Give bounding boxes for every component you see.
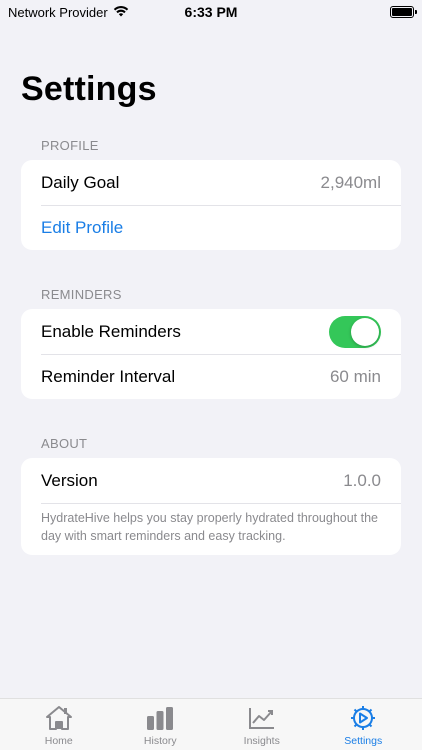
tab-home-label: Home (44, 735, 73, 747)
daily-goal-value: 2,940ml (320, 172, 381, 192)
profile-section-header: PROFILE (41, 138, 99, 153)
tab-insights-label: Insights (243, 735, 280, 747)
toggle-knob (351, 317, 379, 346)
house-icon (44, 703, 74, 733)
wifi-icon (113, 5, 129, 20)
version-value: 1.0.0 (343, 470, 381, 490)
status-bar: Network Provider 6:33 PM (0, 0, 422, 24)
reminder-interval-label: Reminder Interval (41, 366, 176, 386)
carrier-name: Network Provider (8, 4, 108, 20)
profile-card: Daily Goal 2,940ml Edit Profile (21, 160, 401, 250)
reminders-card: Enable Reminders Reminder Interval 60 mi… (21, 309, 401, 399)
tab-home[interactable]: Home (14, 699, 104, 747)
tab-bar: Home History Insights Settings (0, 698, 422, 750)
trend-chart-icon (247, 703, 277, 733)
about-section-header: ABOUT (41, 436, 88, 451)
tab-history[interactable]: History (115, 699, 205, 747)
about-card: Version 1.0.0 HydrateHive helps you stay… (21, 458, 401, 555)
status-left: Network Provider (8, 5, 129, 20)
gear-icon (348, 703, 378, 733)
edit-profile-row[interactable]: Edit Profile (21, 205, 401, 250)
page-title: Settings (21, 70, 157, 108)
enable-reminders-label: Enable Reminders (41, 321, 181, 341)
about-description: HydrateHive helps you stay properly hydr… (21, 503, 401, 555)
daily-goal-label: Daily Goal (41, 172, 120, 192)
version-label: Version (41, 470, 98, 490)
tab-settings[interactable]: Settings (318, 699, 408, 747)
version-row: Version 1.0.0 (21, 458, 401, 503)
reminder-interval-value: 60 min (329, 366, 381, 386)
enable-reminders-toggle[interactable] (329, 315, 381, 348)
tab-history-label: History (143, 735, 177, 747)
reminders-section-header: REMINDERS (41, 287, 122, 302)
daily-goal-row[interactable]: Daily Goal 2,940ml (21, 160, 401, 205)
battery-fill (392, 8, 412, 16)
reminder-interval-row[interactable]: Reminder Interval 60 min (21, 354, 401, 399)
edit-profile-button[interactable]: Edit Profile (41, 218, 123, 238)
tab-insights[interactable]: Insights (217, 699, 307, 747)
enable-reminders-row: Enable Reminders (21, 309, 401, 354)
bar-chart-icon (145, 703, 175, 733)
tab-settings-label: Settings (344, 735, 383, 747)
battery-icon (390, 6, 417, 18)
